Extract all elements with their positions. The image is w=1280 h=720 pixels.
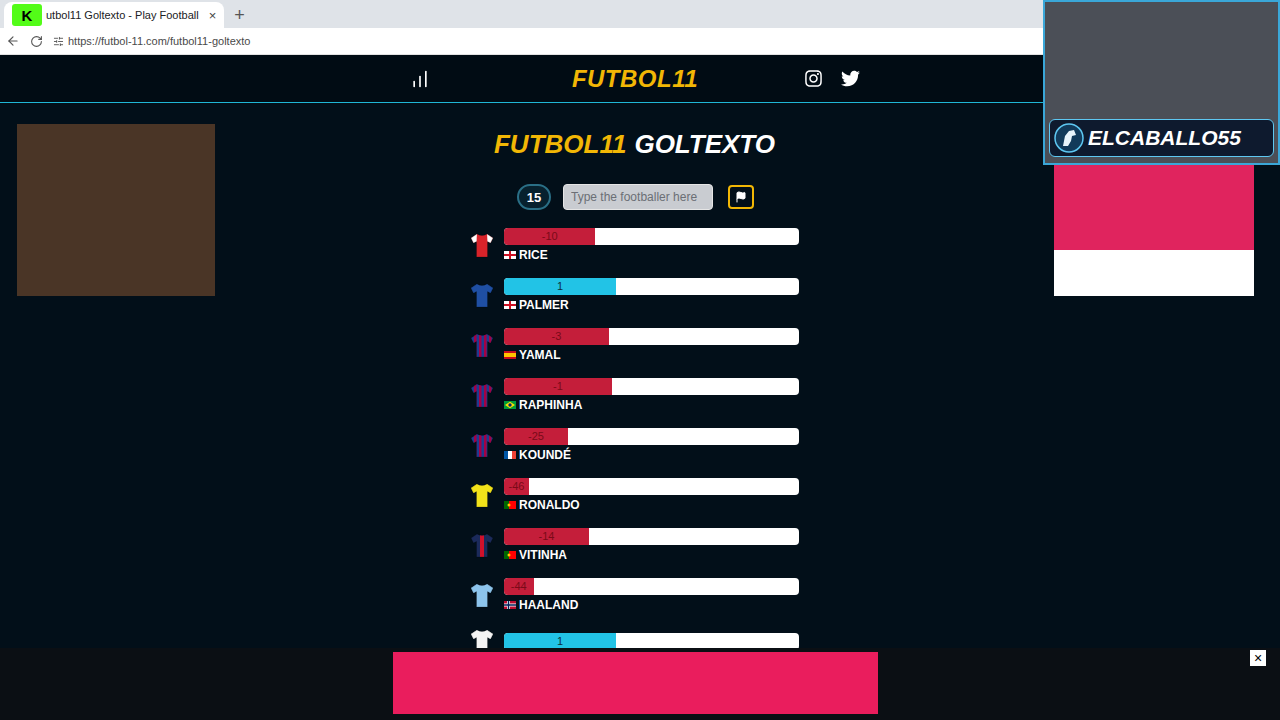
- instagram-icon[interactable]: [804, 69, 823, 88]
- distance-bar: -1: [504, 378, 799, 395]
- player-name: HAALAND: [519, 597, 578, 613]
- player-name: YAMAL: [519, 347, 561, 363]
- distance-fill: -3: [504, 328, 609, 345]
- guess-row: -44 HAALAND: [470, 578, 799, 613]
- streamer-name: ELCABALLO55: [1088, 125, 1241, 151]
- distance-bar: -3: [504, 328, 799, 345]
- spain-flag-icon: [504, 351, 516, 359]
- france-flag-icon: [504, 451, 516, 459]
- player-name: PALMER: [519, 297, 569, 313]
- distance-value: -1: [553, 381, 563, 392]
- shirt-icon: [470, 382, 494, 409]
- url-field[interactable]: https://futbol-11.com/futbol11-goltexto: [68, 33, 250, 50]
- distance-fill: -10: [504, 228, 595, 245]
- distance-fill: -1: [504, 378, 612, 395]
- shirt-icon: [470, 332, 494, 359]
- browser-tab[interactable]: Kutbol11 Goltexto - Play Football ×: [4, 2, 224, 28]
- bottom-ad-strip: ×: [0, 648, 1280, 720]
- england-flag-icon: [504, 251, 516, 259]
- distance-value: -46: [509, 481, 525, 492]
- player-name: KOUNDÉ: [519, 447, 571, 463]
- guess-row: -3 YAMAL: [470, 328, 799, 363]
- distance-fill: -14: [504, 528, 589, 545]
- guess-row: -46 RONALDO: [470, 478, 799, 513]
- flag-icon: [735, 191, 747, 203]
- distance-bar: -46: [504, 478, 799, 495]
- shirt-icon: [470, 282, 494, 309]
- back-icon[interactable]: [6, 34, 20, 48]
- player-label: YAMAL: [504, 347, 799, 363]
- portugal-flag-icon: [504, 501, 516, 509]
- close-ad-button[interactable]: ×: [1250, 650, 1266, 666]
- player-label: RONALDO: [504, 497, 799, 513]
- guess-row: 1 PALMER: [470, 278, 799, 313]
- player-input[interactable]: [563, 184, 713, 210]
- player-name: RAPHINHA: [519, 397, 582, 413]
- twitter-icon[interactable]: [841, 69, 860, 88]
- shirt-icon: [470, 482, 494, 509]
- brazil-flag-icon: [504, 401, 516, 409]
- give-up-button[interactable]: [728, 185, 754, 209]
- player-label: VITINHA: [504, 547, 799, 563]
- player-label: RAPHINHA: [504, 397, 799, 413]
- distance-fill: 1: [504, 278, 616, 295]
- kick-logo: K: [12, 4, 42, 26]
- distance-value: -14: [539, 531, 555, 542]
- page-body: FUTBOL11GOLTEXTO15-10RICE1PALMER-3YAMAL-…: [0, 103, 1280, 655]
- distance-fill: -25: [504, 428, 568, 445]
- attempts-counter: 15: [517, 184, 551, 210]
- distance-value: -10: [542, 231, 558, 242]
- site-settings-icon[interactable]: [53, 36, 64, 47]
- distance-bar: -14: [504, 528, 799, 545]
- controls-row: 15: [517, 184, 754, 210]
- distance-value: -25: [528, 431, 544, 442]
- shirt-icon: [470, 232, 494, 259]
- player-name: RICE: [519, 247, 548, 263]
- distance-bar: -25: [504, 428, 799, 445]
- player-name: VITINHA: [519, 547, 567, 563]
- distance-bar: 1: [504, 278, 799, 295]
- distance-value: 1: [557, 636, 563, 647]
- distance-bar: -44: [504, 578, 799, 595]
- player-label: PALMER: [504, 297, 799, 313]
- guess-row: -14 VITINHA: [470, 528, 799, 563]
- game-title: FUTBOL11GOLTEXTO: [494, 129, 775, 159]
- reload-icon[interactable]: [30, 35, 43, 48]
- guess-row: -10 RICE: [470, 228, 799, 263]
- shirt-icon: [470, 532, 494, 559]
- guess-row: -1 RAPHINHA: [470, 378, 799, 413]
- portugal-flag-icon: [504, 551, 516, 559]
- guess-row: -25 KOUNDÉ: [470, 428, 799, 463]
- new-tab-button[interactable]: +: [232, 2, 245, 28]
- game-panel: FUTBOL11GOLTEXTO15-10RICE1PALMER-3YAMAL-…: [215, 124, 1054, 655]
- stats-icon[interactable]: [410, 69, 430, 89]
- tab-close[interactable]: ×: [209, 9, 217, 22]
- distance-value: 1: [557, 281, 563, 292]
- screen: Kutbol11 Goltexto - Play Football × + https…: [0, 0, 1280, 720]
- england-flag-icon: [504, 301, 516, 309]
- player-label: RICE: [504, 247, 799, 263]
- site-logo[interactable]: FUTBOL11: [572, 67, 698, 91]
- player-name: RONALDO: [519, 497, 580, 513]
- distance-fill: -46: [504, 478, 529, 495]
- shirt-icon: [470, 582, 494, 609]
- guess-list: -10 RICE 1 PALMER -3 YAMAL -1 RAPHINHA -25 KOUNDÉ…: [470, 228, 799, 655]
- tab-title: utbol11 Goltexto - Play Football: [46, 7, 199, 24]
- player-label: KOUNDÉ: [504, 447, 799, 463]
- distance-bar: -10: [504, 228, 799, 245]
- streamer-badge: ELCABALLO55: [1049, 119, 1274, 157]
- norway-flag-icon: [504, 601, 516, 609]
- webcam-overlay: ELCABALLO55: [1043, 0, 1280, 165]
- bottom-ad[interactable]: [393, 652, 878, 714]
- horse-logo-icon: [1054, 123, 1084, 153]
- distance-value: -3: [552, 331, 562, 342]
- left-ad[interactable]: [17, 124, 215, 296]
- distance-value: -44: [511, 581, 527, 592]
- shirt-icon: [470, 432, 494, 459]
- player-label: HAALAND: [504, 597, 799, 613]
- distance-fill: -44: [504, 578, 534, 595]
